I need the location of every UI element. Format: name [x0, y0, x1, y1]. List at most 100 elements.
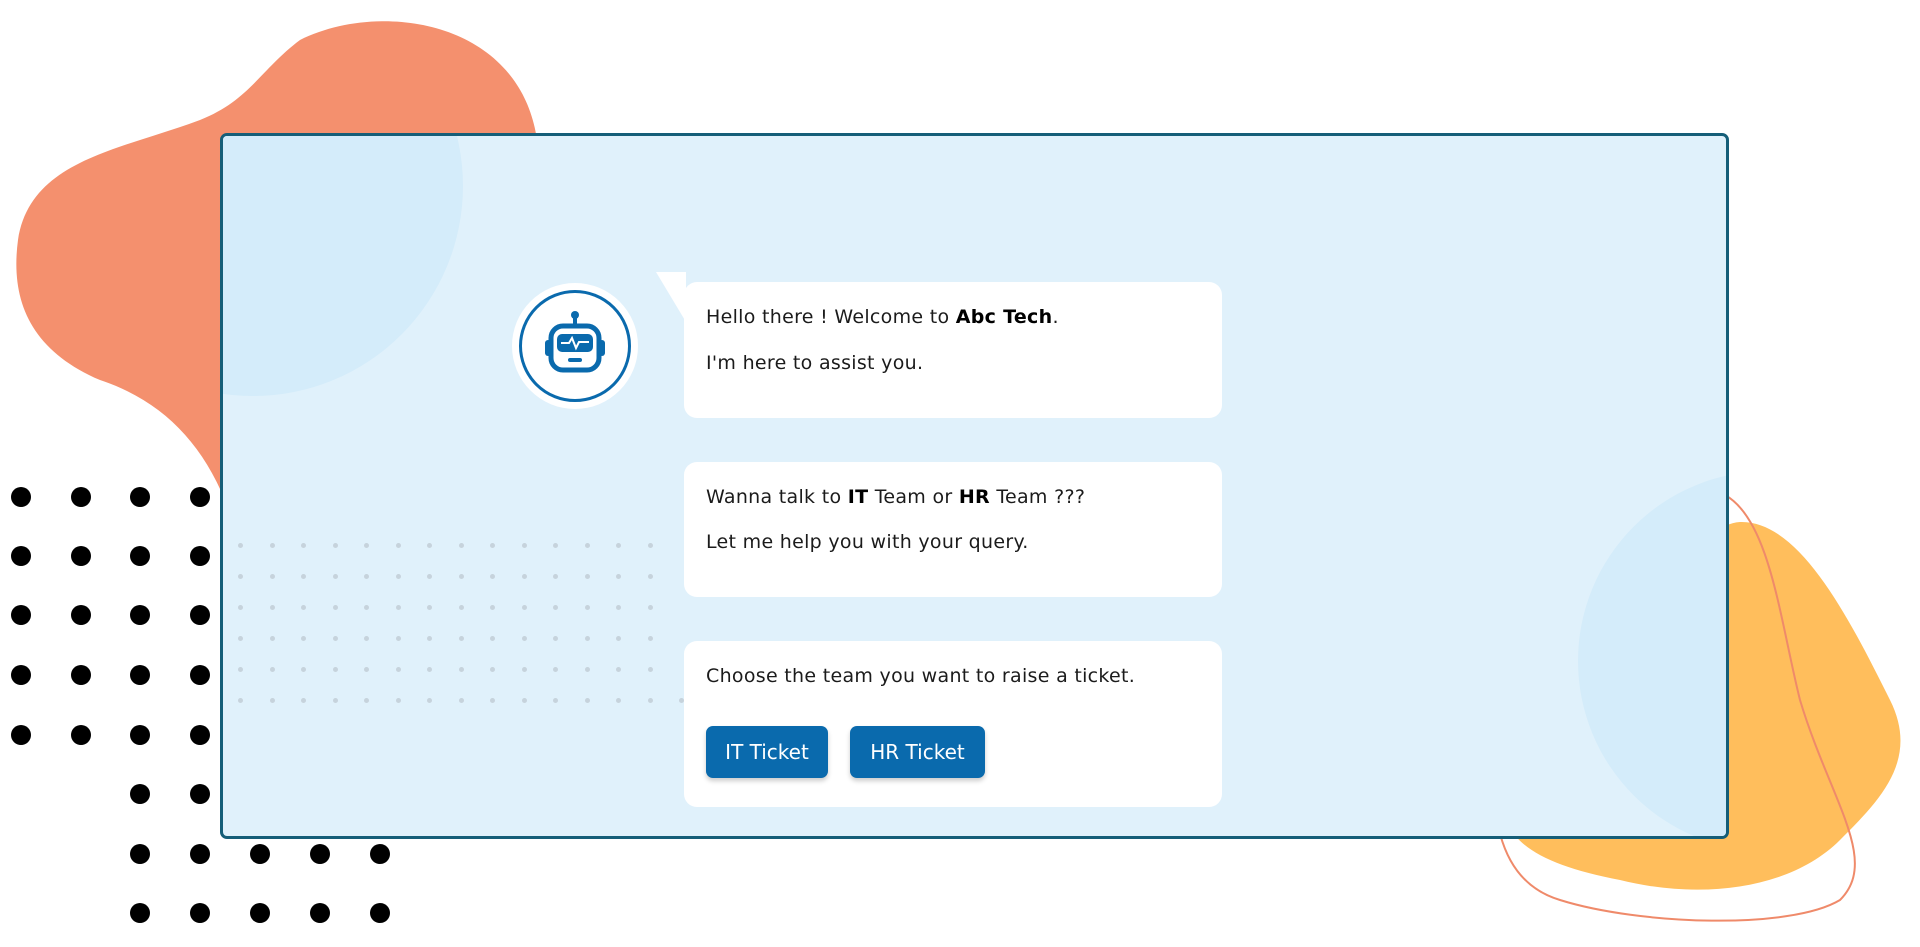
- pattern-dot: [190, 903, 210, 923]
- pattern-dot: [190, 725, 210, 745]
- message-line: Hello there ! Welcome to Abc Tech.: [706, 306, 1059, 328]
- faint-dot: [395, 667, 401, 672]
- faint-dot: [427, 698, 432, 703]
- message-line: Wanna talk to IT Team or HR Team ???: [706, 486, 1086, 508]
- faint-dot: [332, 636, 338, 641]
- message-line: I'm here to assist you.: [706, 352, 924, 374]
- faint-dot: [458, 698, 464, 703]
- faint-dot: [364, 574, 369, 579]
- pattern-dot: [130, 605, 150, 625]
- faint-dot: [301, 605, 306, 610]
- faint-dot: [427, 667, 432, 672]
- faint-dot: [647, 636, 653, 641]
- faint-dot: [490, 698, 495, 703]
- faint-dot: [427, 636, 432, 641]
- faint-dot: [584, 605, 590, 610]
- faint-dot: [332, 543, 338, 548]
- pattern-dot: [11, 546, 31, 566]
- pattern-dot: [11, 605, 31, 625]
- hr-ticket-button[interactable]: HR Ticket: [850, 726, 985, 778]
- faint-dot: [269, 698, 275, 703]
- faint-dot: [647, 667, 653, 672]
- faint-dot: [427, 605, 432, 610]
- faint-dot: [458, 667, 464, 672]
- faint-dot: [584, 543, 590, 548]
- faint-dot: [332, 698, 338, 703]
- faint-dot: [332, 605, 338, 610]
- pattern-dot: [190, 487, 210, 507]
- faint-dot: [269, 574, 275, 579]
- faint-dot: [269, 605, 275, 610]
- faint-dot: [301, 698, 306, 703]
- faint-dot: [616, 636, 621, 641]
- faint-dot: [647, 605, 653, 610]
- faint-dot: [269, 543, 275, 548]
- decor-circle-right: [1578, 471, 1726, 836]
- faint-dot: [521, 605, 527, 610]
- pattern-dot: [11, 665, 31, 685]
- pattern-dot: [130, 725, 150, 745]
- pattern-dot: [11, 487, 31, 507]
- faint-dot: [301, 636, 306, 641]
- faint-dot: [427, 543, 432, 548]
- faint-dot: [427, 574, 432, 579]
- faint-dot: [301, 543, 306, 548]
- pattern-dot: [11, 725, 31, 745]
- faint-dot: [332, 667, 338, 672]
- faint-dot: [238, 667, 243, 672]
- faint-dot: [458, 636, 464, 641]
- faint-dot: [364, 667, 369, 672]
- pattern-dot: [190, 546, 210, 566]
- faint-dot: [458, 605, 464, 610]
- faint-dot: [395, 698, 401, 703]
- message-line: Choose the team you want to raise a tick…: [706, 665, 1136, 687]
- faint-dot: [584, 698, 590, 703]
- faint-dot: [332, 574, 338, 579]
- pattern-dot: [190, 605, 210, 625]
- faint-dot: [301, 574, 306, 579]
- faint-dot: [395, 636, 401, 641]
- faint-dot: [647, 543, 653, 548]
- faint-dot: [553, 605, 558, 610]
- faint-dot: [521, 698, 527, 703]
- faint-dot: [521, 667, 527, 672]
- pattern-dot: [370, 844, 390, 864]
- faint-dot: [364, 698, 369, 703]
- pattern-dot: [130, 487, 150, 507]
- pattern-dot: [310, 903, 330, 923]
- faint-dot: [238, 636, 243, 641]
- faint-dot: [553, 667, 558, 672]
- faint-dot: [584, 636, 590, 641]
- faint-dot: [364, 636, 369, 641]
- robot-icon: [545, 311, 605, 373]
- faint-dot: [269, 636, 275, 641]
- faint-dot: [490, 574, 495, 579]
- pattern-dot: [130, 546, 150, 566]
- faint-dot: [584, 667, 590, 672]
- faint-dot: [238, 574, 243, 579]
- faint-dot: [395, 543, 401, 548]
- faint-dot: [553, 698, 558, 703]
- message-bubble-team: Wanna talk to IT Team or HR Team ??? Let…: [684, 462, 1222, 597]
- pattern-dot: [310, 844, 330, 864]
- faint-dot: [364, 605, 369, 610]
- faint-dot: [490, 636, 495, 641]
- faint-dot: [238, 543, 243, 548]
- faint-dot: [521, 543, 527, 548]
- pattern-dot: [130, 844, 150, 864]
- message-bubble-welcome: Hello there ! Welcome to Abc Tech. I'm h…: [684, 282, 1222, 418]
- faint-dot: [238, 698, 243, 703]
- pattern-dot: [370, 903, 390, 923]
- bot-avatar: [512, 283, 638, 409]
- faint-dot: [490, 543, 495, 548]
- faint-dot: [269, 667, 275, 672]
- it-ticket-button[interactable]: IT Ticket: [706, 726, 828, 778]
- faint-dot: [238, 605, 243, 610]
- faint-dot: [553, 574, 558, 579]
- pattern-dot: [190, 665, 210, 685]
- decor-circle-left: [223, 136, 463, 396]
- message-bubble-choose: Choose the team you want to raise a tick…: [684, 641, 1222, 807]
- faint-dot: [395, 605, 401, 610]
- pattern-dot: [250, 844, 270, 864]
- pattern-dot: [190, 784, 210, 804]
